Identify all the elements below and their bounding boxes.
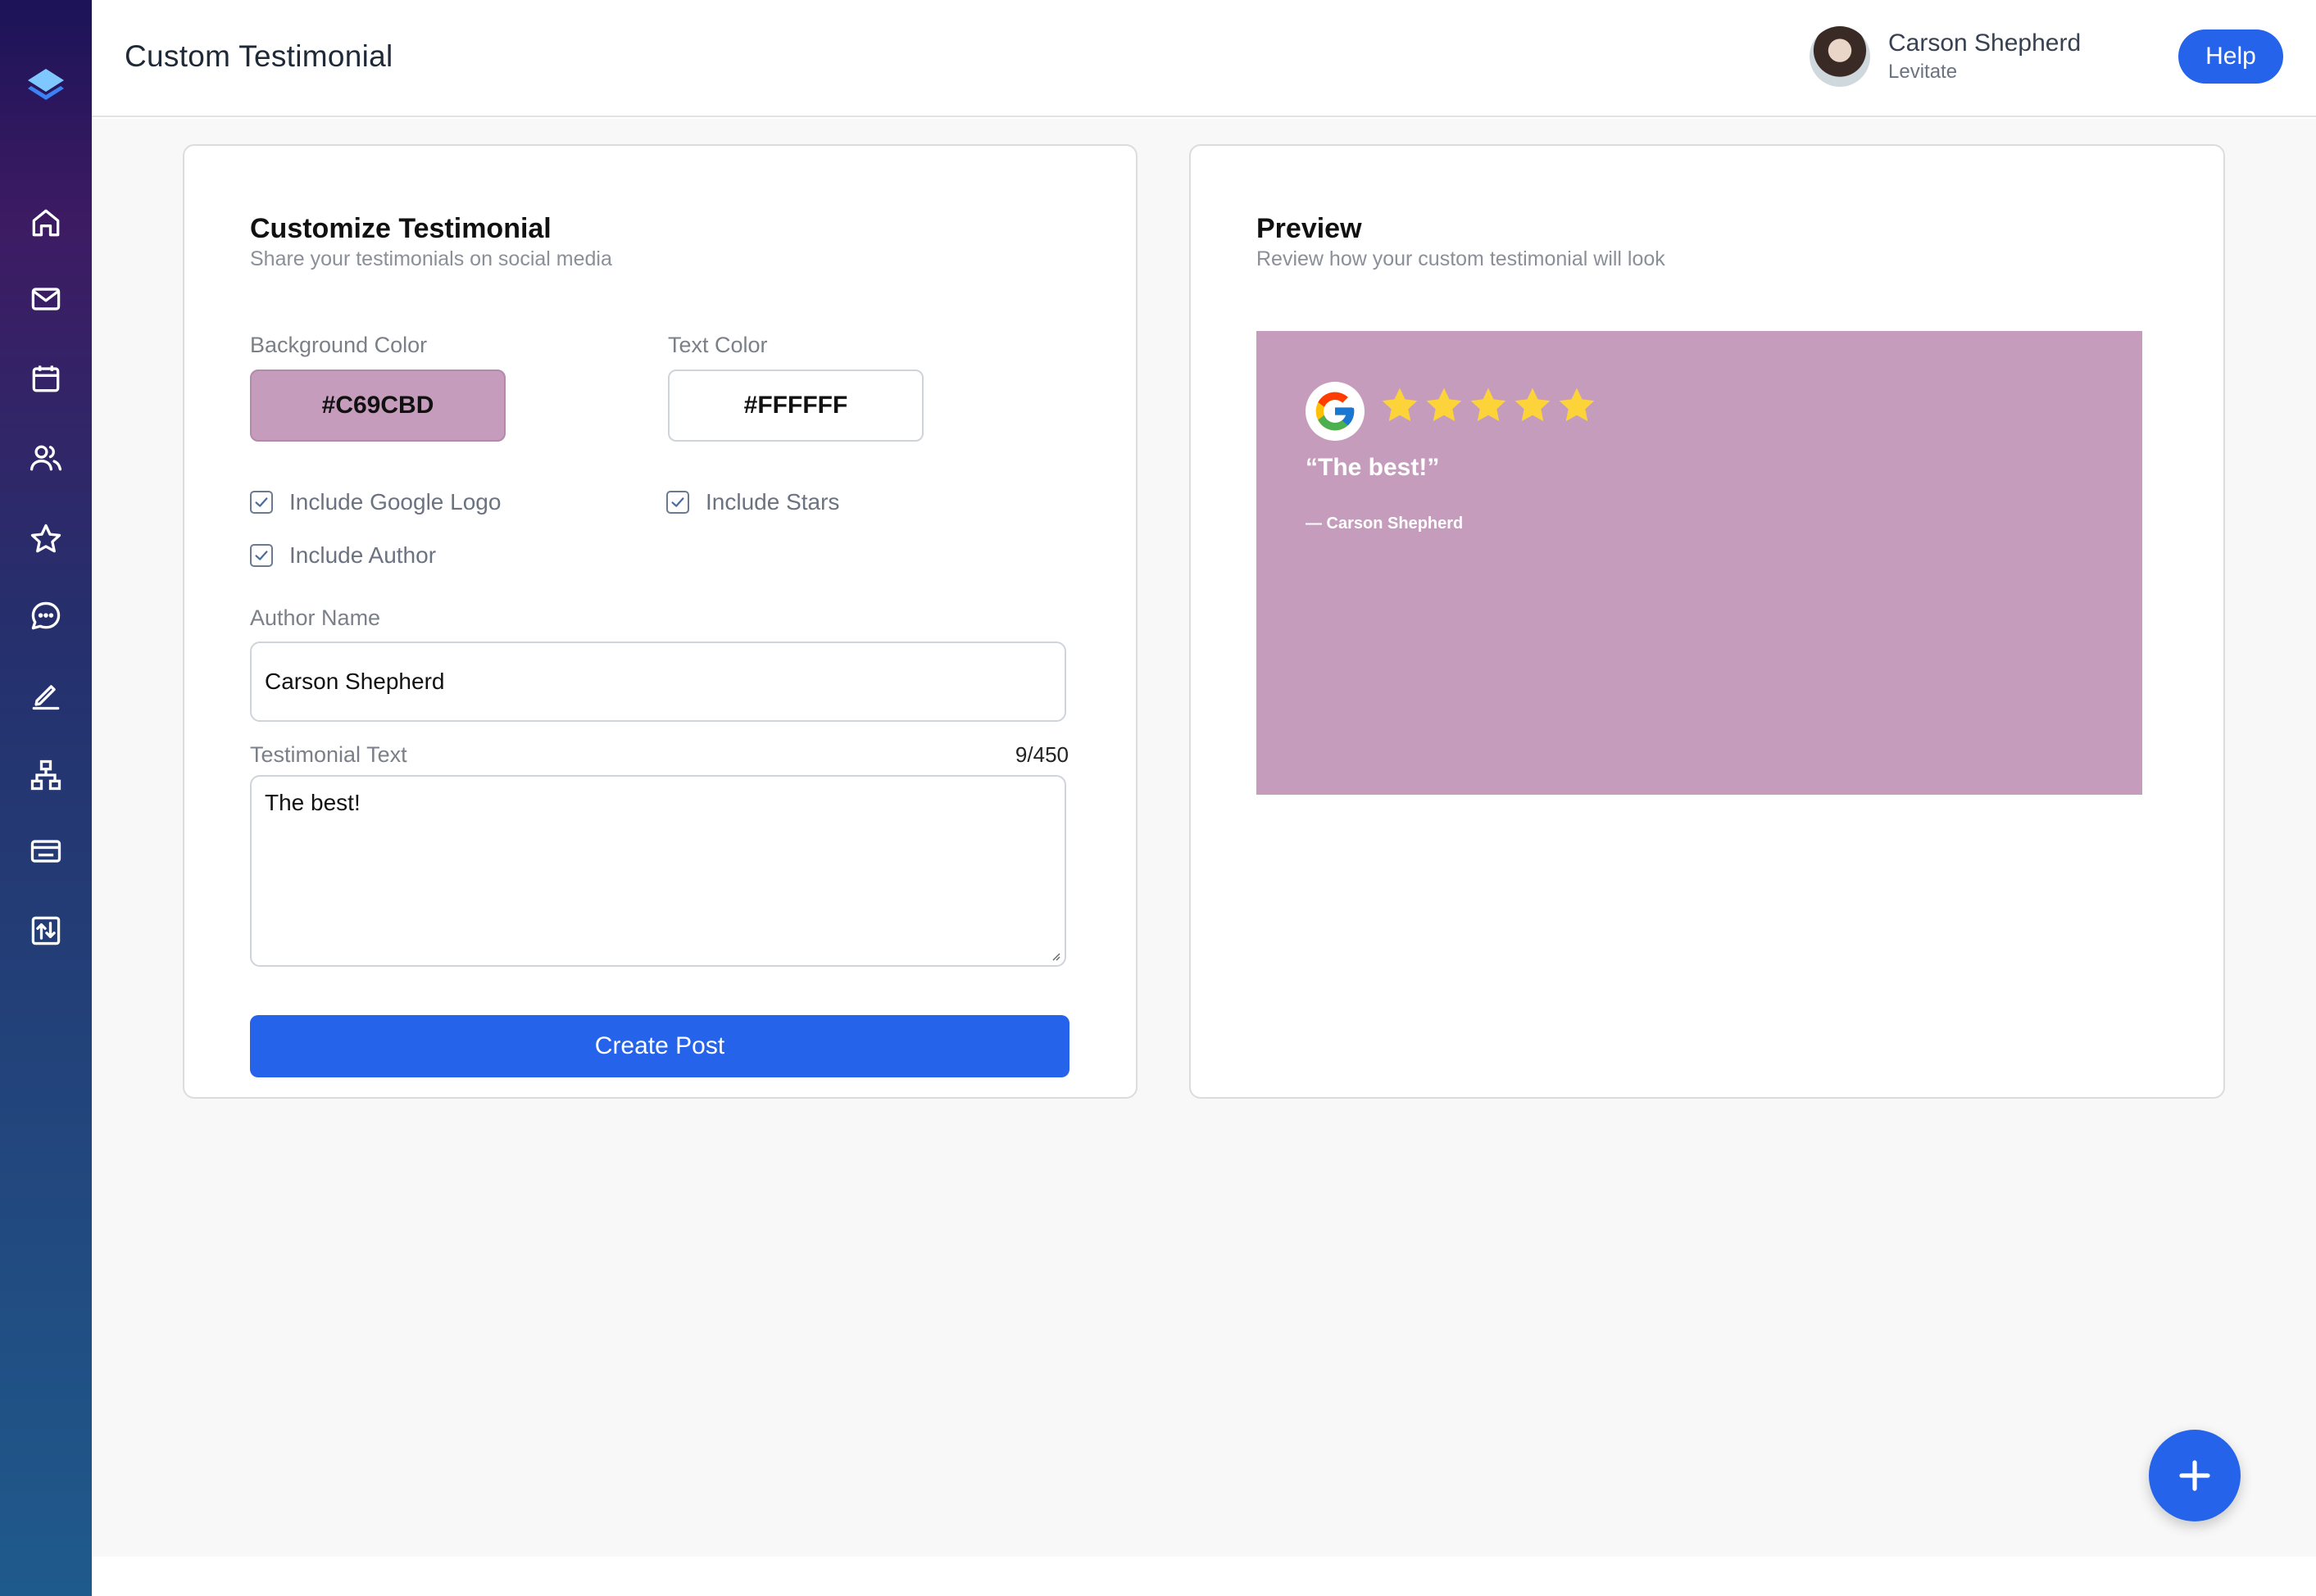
- testimonial-text-label: Testimonial Text: [250, 742, 407, 767]
- sidebar-item-calendar[interactable]: [23, 356, 69, 401]
- sidebar-item-automations[interactable]: [23, 752, 69, 798]
- credit-card-icon: [30, 840, 61, 863]
- include-author-checkbox[interactable]: Include Author: [250, 542, 436, 569]
- edit-icon: [32, 685, 60, 710]
- customize-subtitle: Share your testimonials on social media: [250, 247, 612, 270]
- testimonial-quote: “The best!”: [1306, 454, 1440, 481]
- mail-icon: [31, 288, 61, 311]
- preview-card: Preview Review how your custom testimoni…: [1189, 144, 2225, 1099]
- user-name: Carson Shepherd: [1888, 29, 2082, 57]
- author-name-label: Author Name: [250, 605, 381, 630]
- checkbox-label: Include Stars: [706, 489, 840, 515]
- org-chart-icon: [30, 759, 61, 791]
- page-title: Custom Testimonial: [125, 39, 393, 73]
- chat-icon: [31, 601, 61, 630]
- testimonial-text-value: The best!: [265, 790, 361, 815]
- import-export-icon: [31, 916, 61, 945]
- include-stars-checkbox[interactable]: Include Stars: [666, 489, 839, 515]
- resize-grip-icon[interactable]: [1048, 949, 1061, 962]
- customize-card: Customize Testimonial Share your testimo…: [183, 144, 1138, 1099]
- sidebar-item-messages[interactable]: [23, 593, 69, 639]
- top-bar: Custom Testimonial Carson Shepherd Levit…: [92, 0, 2316, 117]
- text-color-label: Text Color: [668, 333, 768, 357]
- text-color-picker[interactable]: #FFFFFF: [668, 370, 924, 442]
- sidebar-item-billing[interactable]: [23, 828, 69, 874]
- sidebar-item-contacts[interactable]: [23, 435, 69, 481]
- customize-title: Customize Testimonial: [250, 213, 552, 244]
- main-content: Customize Testimonial Share your testimo…: [92, 119, 2316, 1557]
- star-filled-icon: [1559, 388, 1595, 422]
- user-organization: Levitate: [1888, 61, 1958, 83]
- testimonial-author: — Carson Shepherd: [1306, 515, 1464, 533]
- checkbox-label: Include Google Logo: [289, 489, 502, 515]
- help-button[interactable]: Help: [2178, 29, 2283, 84]
- checkbox-label: Include Author: [289, 542, 437, 568]
- add-fab-button[interactable]: [2149, 1430, 2241, 1521]
- preview-subtitle: Review how your custom testimonial will …: [1256, 247, 1665, 270]
- preview-title: Preview: [1256, 213, 1362, 244]
- rating-stars: [1378, 383, 1599, 428]
- sidebar: [0, 0, 92, 1596]
- calendar-icon: [32, 365, 60, 392]
- sidebar-item-import-export[interactable]: [23, 908, 69, 954]
- testimonial-preview: “The best!” — Carson Shepherd: [1256, 331, 2142, 795]
- author-name-input[interactable]: [250, 642, 1066, 722]
- plus-icon: [2179, 1460, 2210, 1491]
- background-color-picker[interactable]: #C69CBD: [250, 370, 506, 442]
- star-filled-icon: [1470, 388, 1506, 422]
- background-color-label: Background Color: [250, 333, 428, 357]
- star-filled-icon: [1426, 388, 1462, 422]
- footer-strip: [92, 1557, 2316, 1596]
- checkbox-checked-icon: [250, 491, 273, 514]
- sidebar-item-mail[interactable]: [23, 276, 69, 322]
- checkbox-checked-icon: [666, 491, 689, 514]
- avatar[interactable]: [1810, 26, 1870, 87]
- create-post-button[interactable]: Create Post: [250, 1015, 1069, 1077]
- character-counter: 9/450: [1015, 742, 1069, 767]
- sidebar-item-home[interactable]: [23, 200, 69, 246]
- home-icon: [32, 209, 60, 237]
- google-logo-icon: [1306, 382, 1365, 441]
- checkbox-checked-icon: [250, 544, 273, 567]
- star-filled-icon: [1514, 388, 1551, 422]
- sidebar-item-content[interactable]: [23, 672, 69, 718]
- users-icon: [30, 445, 62, 471]
- sidebar-item-reviews[interactable]: [23, 516, 69, 562]
- app-logo-icon[interactable]: [25, 64, 67, 107]
- include-google-logo-checkbox[interactable]: Include Google Logo: [250, 489, 501, 515]
- testimonial-textarea[interactable]: The best!: [250, 775, 1066, 967]
- star-icon: [30, 524, 61, 553]
- star-filled-icon: [1382, 388, 1418, 422]
